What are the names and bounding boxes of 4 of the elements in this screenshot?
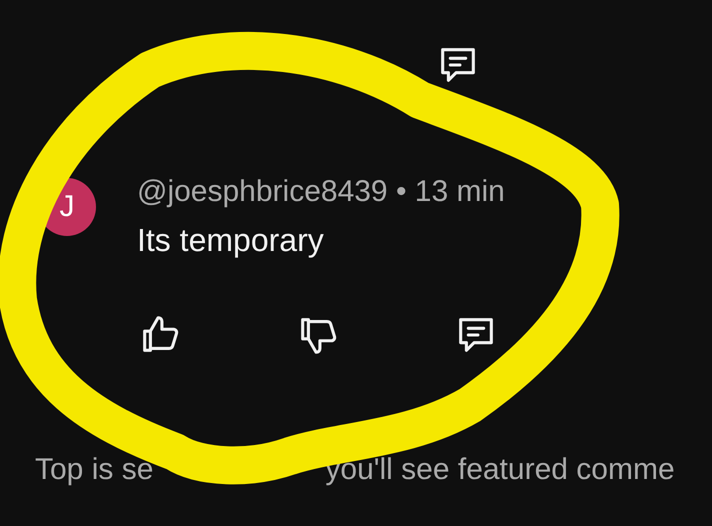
footer-text: Top is se	[35, 453, 154, 487]
comment-author: @joesphbrice8439 • 13 min	[137, 174, 506, 210]
footer-text: you'll see featured comme	[325, 453, 675, 487]
comment-text: Its temporary	[137, 221, 325, 260]
